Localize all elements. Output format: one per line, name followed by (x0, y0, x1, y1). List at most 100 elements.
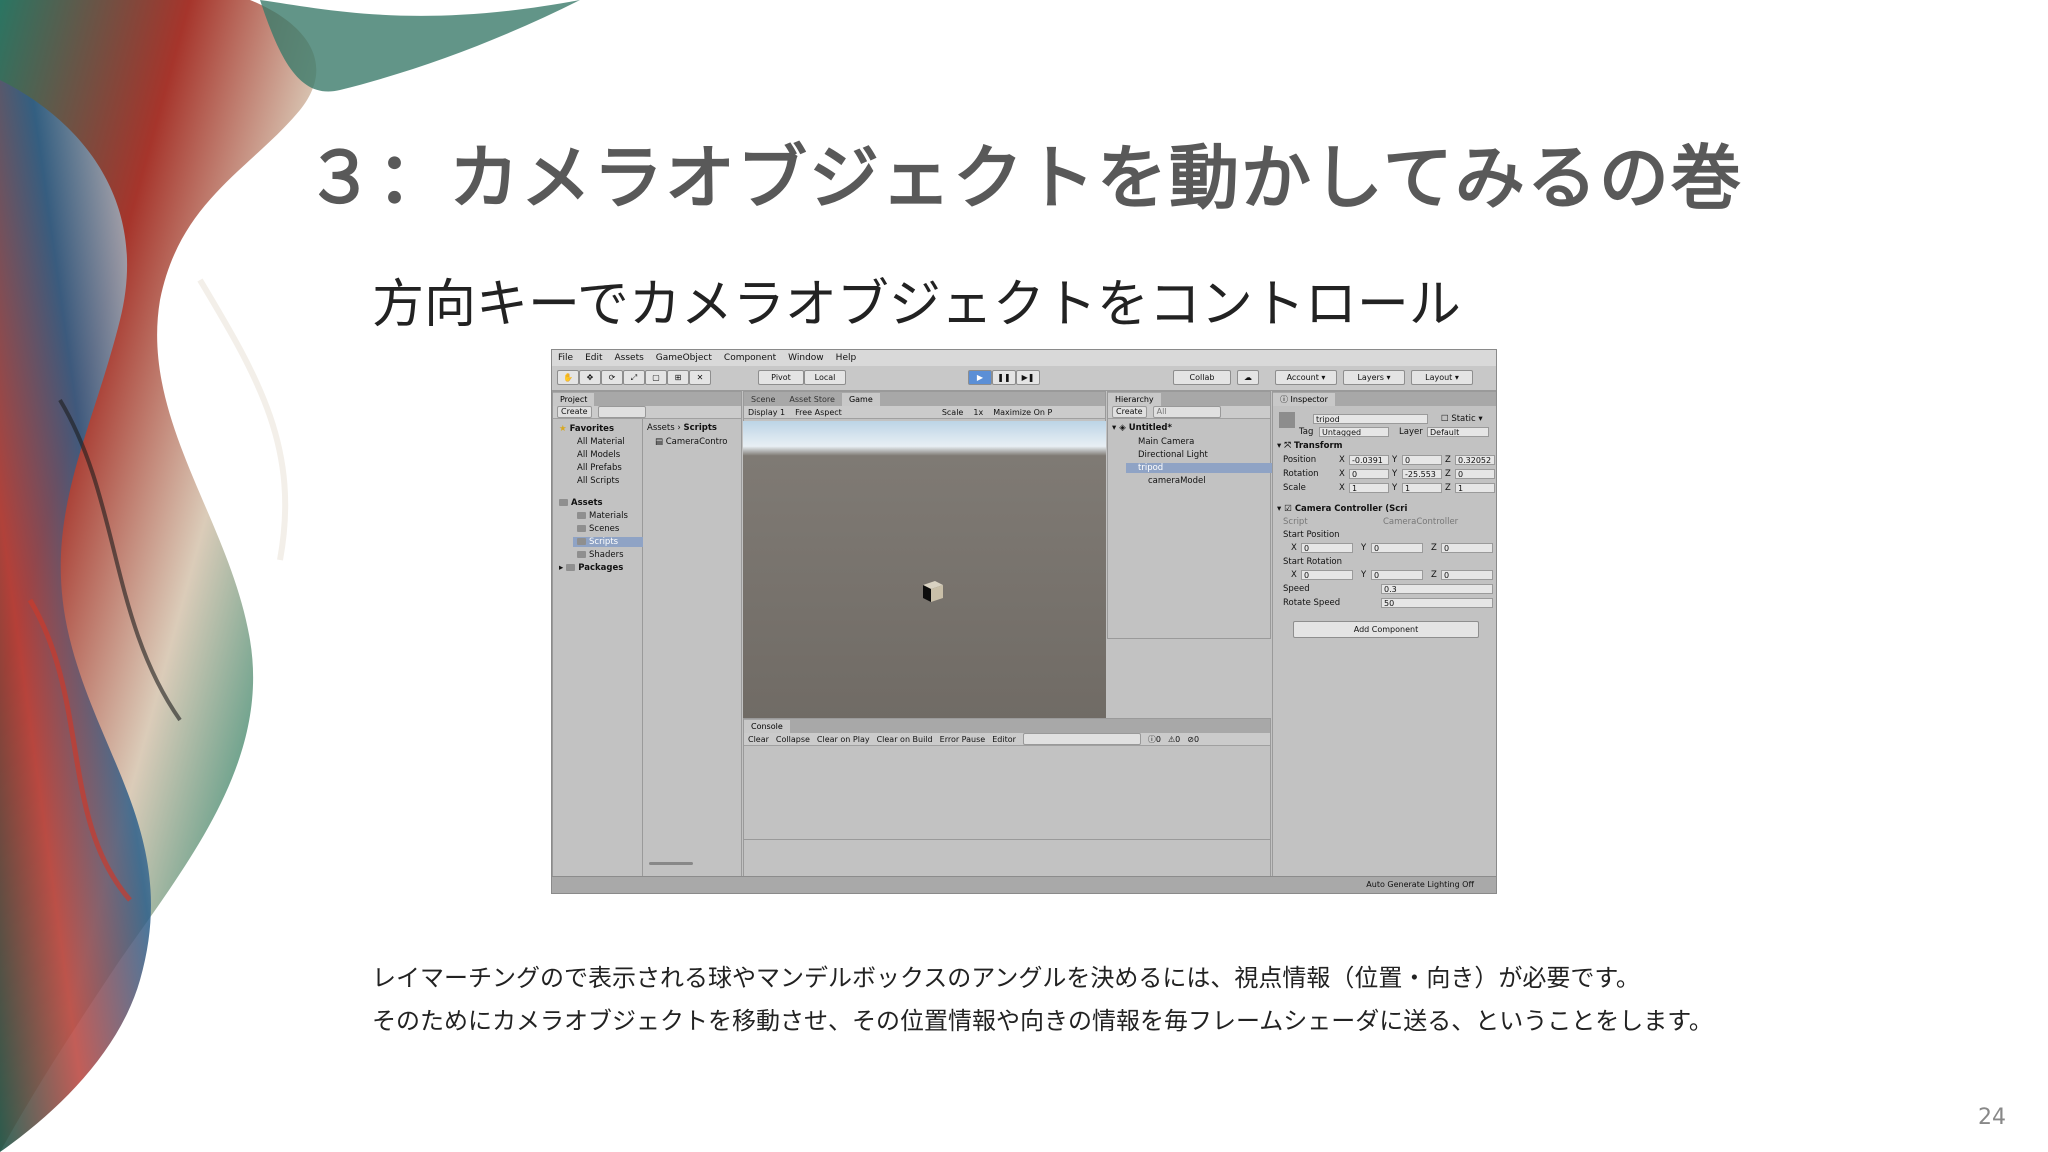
add-component-button[interactable]: Add Component (1293, 621, 1479, 638)
maximize-on-play-toggle[interactable]: Maximize On P (993, 408, 1052, 417)
position-z-field[interactable]: 0.32052 (1455, 455, 1495, 465)
hierarchy-create-button[interactable]: Create (1112, 406, 1147, 418)
layers-dropdown[interactable]: Layers ▾ (1343, 370, 1405, 385)
favorite-item[interactable]: All Material (577, 437, 625, 447)
collab-dropdown[interactable]: Collab (1173, 370, 1231, 385)
breadcrumb-root[interactable]: Assets (647, 423, 675, 433)
account-dropdown[interactable]: Account ▾ (1275, 370, 1337, 385)
game-viewport[interactable] (743, 421, 1106, 737)
project-create-button[interactable]: Create (557, 406, 592, 418)
console-info-count[interactable]: ⓘ0 (1148, 734, 1161, 745)
console-error-count[interactable]: ⊘0 (1187, 735, 1199, 744)
pivot-toggle[interactable]: Pivot (758, 370, 804, 385)
console-warning-count[interactable]: ⚠0 (1168, 735, 1180, 744)
tab-asset-store[interactable]: Asset Store (782, 393, 842, 406)
scale-x-field[interactable]: 1 (1349, 483, 1389, 493)
display-dropdown[interactable]: Display 1 (748, 408, 785, 417)
position-x-field[interactable]: -0.0391 (1349, 455, 1389, 465)
hierarchy-item[interactable]: Directional Light (1138, 450, 1208, 460)
speed-field[interactable]: 0.3 (1381, 584, 1493, 594)
folder-scripts[interactable]: Scripts (573, 537, 643, 547)
axis-z-label: Z (1445, 469, 1451, 479)
menu-assets[interactable]: Assets (615, 353, 644, 363)
console-editor-dropdown[interactable]: Editor (992, 735, 1016, 744)
console-clear-button[interactable]: Clear (748, 735, 769, 744)
menu-window[interactable]: Window (788, 353, 824, 363)
rotate-tool-icon[interactable]: ⟳ (601, 370, 623, 385)
component-header[interactable]: ▾ ☑ Camera Controller (Scri (1277, 504, 1407, 514)
hierarchy-item-selected[interactable]: tripod (1126, 463, 1278, 473)
folder-materials[interactable]: Materials (577, 511, 628, 521)
tab-scene[interactable]: Scene (744, 393, 782, 406)
favorite-item[interactable]: All Prefabs (577, 463, 622, 473)
console-error-pause-button[interactable]: Error Pause (940, 735, 986, 744)
packages-folder[interactable]: ▸ Packages (559, 563, 623, 573)
pause-button[interactable]: ❚❚ (992, 370, 1016, 385)
start-position-x-field[interactable]: 0 (1301, 543, 1353, 553)
rotate-speed-field[interactable]: 50 (1381, 598, 1493, 608)
console-search-input[interactable] (1022, 733, 1141, 745)
start-position-y-field[interactable]: 0 (1371, 543, 1423, 553)
info-icon: ⓘ (1147, 734, 1156, 744)
breadcrumb-current[interactable]: Scripts (683, 423, 716, 433)
favorites-label: Favorites (569, 424, 615, 434)
favorite-item[interactable]: All Models (577, 450, 620, 460)
hierarchy-item[interactable]: cameraModel (1148, 476, 1206, 486)
script-file[interactable]: ▤ CameraContro (655, 437, 727, 447)
favorites-header[interactable]: ★ Favorites (559, 424, 614, 434)
assets-folder[interactable]: Assets (559, 498, 603, 508)
tag-dropdown[interactable]: Untagged (1319, 427, 1389, 437)
folder-scenes[interactable]: Scenes (577, 524, 619, 534)
layout-label: Layout (1425, 373, 1453, 382)
thumbnail-size-slider[interactable] (649, 862, 693, 865)
scene-root[interactable]: ▾ ◈ Untitled* (1112, 423, 1172, 433)
cloud-icon[interactable]: ☁ (1237, 370, 1259, 385)
local-toggle[interactable]: Local (804, 370, 846, 385)
layout-dropdown[interactable]: Layout ▾ (1411, 370, 1473, 385)
script-label: Script (1283, 517, 1308, 527)
start-rotation-y-field[interactable]: 0 (1371, 570, 1423, 580)
rotation-z-field[interactable]: 0 (1455, 469, 1495, 479)
start-position-z-field[interactable]: 0 (1441, 543, 1493, 553)
console-clear-on-build-button[interactable]: Clear on Build (877, 735, 933, 744)
console-clear-on-play-button[interactable]: Clear on Play (817, 735, 870, 744)
transform-tool-icon[interactable]: ⊞ (667, 370, 689, 385)
menu-component[interactable]: Component (724, 353, 776, 363)
layer-dropdown[interactable]: Default (1427, 427, 1489, 437)
hierarchy-search-input[interactable]: All (1152, 406, 1221, 418)
menu-help[interactable]: Help (836, 353, 857, 363)
start-rotation-x-field[interactable]: 0 (1301, 570, 1353, 580)
step-button[interactable]: ▶❚ (1016, 370, 1040, 385)
tab-console[interactable]: Console (744, 720, 790, 733)
tab-hierarchy[interactable]: Hierarchy (1108, 393, 1161, 406)
custom-tool-icon[interactable]: ✕ (689, 370, 711, 385)
tab-inspector[interactable]: ⓘ Inspector (1273, 393, 1335, 406)
favorite-item[interactable]: All Scripts (577, 476, 619, 486)
tab-project[interactable]: Project (553, 393, 595, 406)
start-rotation-z-field[interactable]: 0 (1441, 570, 1493, 580)
static-checkbox[interactable]: ☐ Static ▾ (1441, 414, 1483, 424)
folder-shaders[interactable]: Shaders (577, 550, 624, 560)
menu-gameobject[interactable]: GameObject (656, 353, 712, 363)
move-tool-icon[interactable]: ✥ (579, 370, 601, 385)
scale-value[interactable]: 1x (973, 408, 983, 417)
play-button[interactable]: ▶ (968, 370, 992, 385)
tab-game[interactable]: Game (841, 393, 880, 406)
hierarchy-item[interactable]: Main Camera (1138, 437, 1194, 447)
menu-file[interactable]: File (558, 353, 573, 363)
rotation-x-field[interactable]: 0 (1349, 469, 1389, 479)
aspect-dropdown[interactable]: Free Aspect (795, 408, 842, 417)
scale-tool-icon[interactable]: ⤢ (623, 370, 645, 385)
rotation-y-field[interactable]: -25.553 (1402, 469, 1442, 479)
menu-edit[interactable]: Edit (585, 353, 602, 363)
rect-tool-icon[interactable]: ▢ (645, 370, 667, 385)
object-name-field[interactable]: tripod (1313, 414, 1428, 424)
scale-y-field[interactable]: 1 (1402, 483, 1442, 493)
folder-icon (577, 512, 586, 519)
transform-header[interactable]: ▾ ⤧ Transform (1277, 441, 1343, 451)
position-y-field[interactable]: 0 (1402, 455, 1442, 465)
project-search-input[interactable] (597, 406, 646, 418)
console-collapse-button[interactable]: Collapse (776, 735, 810, 744)
scale-z-field[interactable]: 1 (1455, 483, 1495, 493)
hand-tool-icon[interactable]: ✋ (557, 370, 579, 385)
